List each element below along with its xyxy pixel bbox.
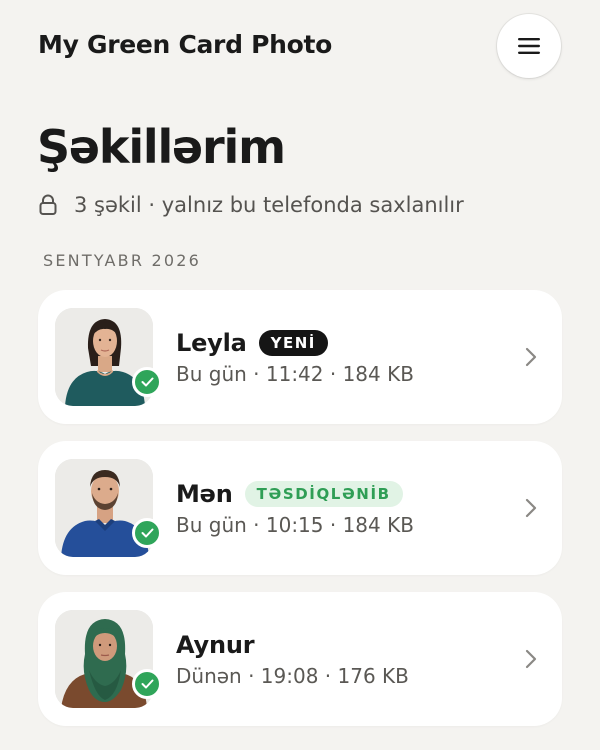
verified-check-icon bbox=[132, 669, 162, 699]
new-badge: YENİ bbox=[258, 330, 328, 356]
photo-meta: Bu gün · 10:15 · 184 KB bbox=[176, 513, 414, 537]
photo-list: Leyla YENİ Bu gün · 11:42 · 184 KB Mən T… bbox=[38, 290, 562, 743]
photo-meta: Dünən · 19:08 · 176 KB bbox=[176, 664, 409, 688]
photo-card-aynur[interactable]: Aynur Dünən · 19:08 · 176 KB bbox=[38, 592, 562, 726]
chevron-right-icon bbox=[525, 347, 537, 367]
photo-card-men[interactable]: Mən TƏSDİQLƏNİB Bu gün · 10:15 · 184 KB bbox=[38, 441, 562, 575]
photo-thumbnail bbox=[55, 308, 162, 406]
photo-thumbnail bbox=[55, 459, 162, 557]
photos-screen: My Green Card Photo Şəkillərim 3 şəkil ·… bbox=[0, 0, 600, 750]
approved-badge: TƏSDİQLƏNİB bbox=[244, 481, 403, 507]
photo-name: Aynur bbox=[176, 631, 255, 659]
lock-icon bbox=[38, 193, 60, 217]
chevron-right-icon bbox=[525, 498, 537, 518]
chevron-right-icon bbox=[525, 649, 537, 669]
storage-info: 3 şəkil · yalnız bu telefonda saxlanılır bbox=[38, 190, 464, 220]
storage-info-text: 3 şəkil · yalnız bu telefonda saxlanılır bbox=[74, 193, 464, 217]
photo-card-leyla[interactable]: Leyla YENİ Bu gün · 11:42 · 184 KB bbox=[38, 290, 562, 424]
photo-thumbnail bbox=[55, 610, 162, 708]
verified-check-icon bbox=[132, 518, 162, 548]
photo-title-row: Mən TƏSDİQLƏNİB bbox=[176, 479, 403, 509]
top-bar: My Green Card Photo bbox=[0, 0, 600, 95]
menu-button[interactable] bbox=[497, 14, 561, 78]
section-label: SENTYABR 2026 bbox=[43, 251, 201, 270]
photo-name: Leyla bbox=[176, 329, 247, 357]
photo-title-row: Leyla YENİ bbox=[176, 328, 328, 358]
photo-name: Mən bbox=[176, 480, 233, 508]
photo-meta: Bu gün · 11:42 · 184 KB bbox=[176, 362, 414, 386]
verified-check-icon bbox=[132, 367, 162, 397]
page-title: Şəkillərim bbox=[37, 120, 286, 174]
app-title: My Green Card Photo bbox=[38, 30, 333, 59]
photo-title-row: Aynur bbox=[176, 630, 255, 660]
hamburger-menu-icon bbox=[518, 38, 540, 54]
